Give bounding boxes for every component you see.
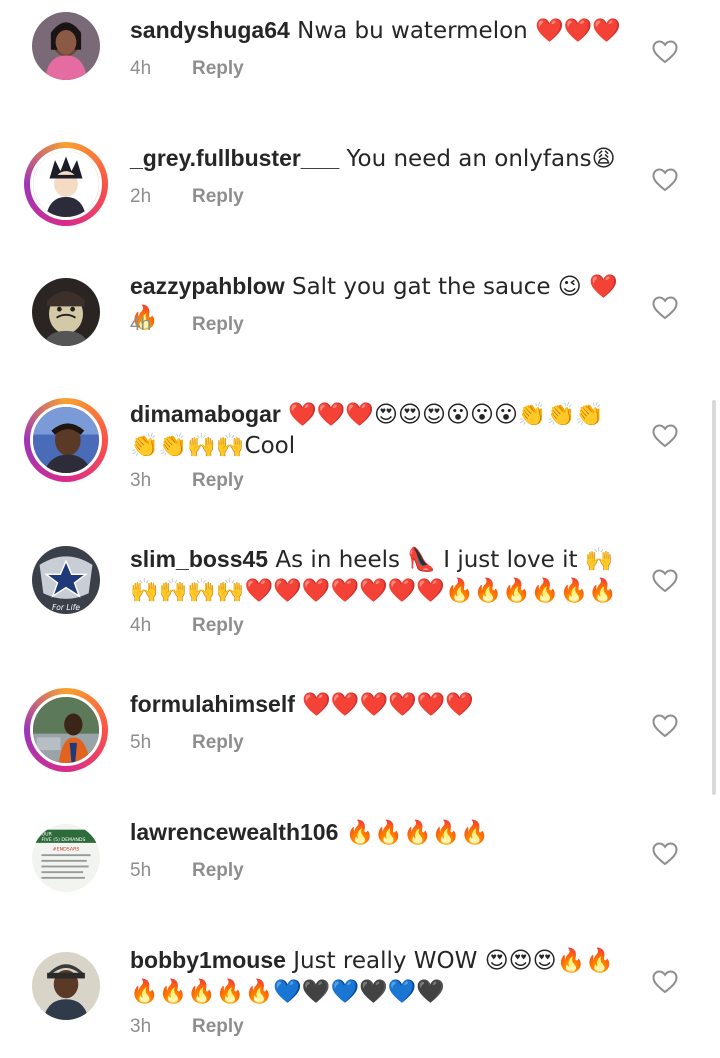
reply-button[interactable]: Reply bbox=[192, 314, 244, 335]
svg-text:OUR: OUR bbox=[41, 831, 52, 837]
avatar[interactable] bbox=[24, 944, 108, 1028]
comment-meta: 3h Reply bbox=[130, 1016, 244, 1038]
avatar[interactable]: For Life bbox=[24, 538, 108, 622]
comment-username[interactable]: formulahimself bbox=[130, 691, 295, 717]
avatar-image bbox=[30, 148, 102, 220]
avatar-image bbox=[30, 694, 102, 766]
comment-username[interactable]: slim_boss45 bbox=[130, 546, 268, 572]
svg-text:FIVE (5) DEMANDS: FIVE (5) DEMANDS bbox=[41, 837, 85, 843]
like-heart-icon[interactable] bbox=[652, 424, 678, 448]
comment-username[interactable]: eazzypahblow bbox=[130, 273, 285, 299]
comment-time: 3h bbox=[130, 1016, 152, 1037]
avatar[interactable] bbox=[24, 270, 108, 354]
svg-text:#ENDSARS: #ENDSARS bbox=[53, 846, 80, 852]
comment-text: slim_boss45 As in heels 👠 I just love it… bbox=[130, 544, 630, 606]
comment-username[interactable]: _grey.fullbuster___ bbox=[130, 145, 339, 171]
avatar-image bbox=[32, 278, 100, 346]
like-heart-icon[interactable] bbox=[652, 40, 678, 64]
comment-body: 🔥🔥🔥🔥🔥 bbox=[338, 820, 489, 846]
avatar-image bbox=[30, 404, 102, 476]
comment-username[interactable]: bobby1mouse bbox=[130, 947, 286, 973]
like-heart-icon[interactable] bbox=[652, 296, 678, 320]
comment-body: ❤️❤️❤️❤️❤️❤️ bbox=[294, 692, 475, 718]
comment-meta: 5h Reply bbox=[130, 732, 244, 754]
avatar[interactable]: OUR FIVE (5) DEMANDS #ENDSARS bbox=[24, 816, 108, 900]
reply-button[interactable]: Reply bbox=[192, 58, 244, 79]
comment-time: 4h bbox=[130, 58, 152, 79]
comment-meta: 3h Reply bbox=[130, 470, 244, 492]
comment-text: _grey.fullbuster___ You need an onlyfans… bbox=[130, 143, 630, 174]
like-heart-icon[interactable] bbox=[652, 714, 678, 738]
avatar[interactable] bbox=[24, 688, 108, 772]
comment-time: 2h bbox=[130, 186, 152, 207]
scrollbar[interactable] bbox=[712, 400, 716, 795]
avatar[interactable] bbox=[24, 142, 108, 226]
comment-text: lawrencewealth106 🔥🔥🔥🔥🔥 bbox=[130, 817, 630, 848]
comment-body: Nwa bu watermelon ❤️❤️❤️ bbox=[289, 18, 621, 44]
comment-time: 4h bbox=[130, 314, 152, 335]
avatar-image: OUR FIVE (5) DEMANDS #ENDSARS bbox=[32, 824, 100, 892]
comment-meta: 2h Reply bbox=[130, 186, 244, 208]
reply-button[interactable]: Reply bbox=[192, 186, 244, 207]
avatar[interactable] bbox=[24, 4, 108, 88]
comment-time: 4h bbox=[130, 615, 152, 636]
svg-text:For Life: For Life bbox=[52, 603, 80, 612]
reply-button[interactable]: Reply bbox=[192, 1016, 244, 1037]
comment-time: 5h bbox=[130, 860, 152, 881]
like-heart-icon[interactable] bbox=[652, 569, 678, 593]
reply-button[interactable]: Reply bbox=[192, 615, 244, 636]
like-heart-icon[interactable] bbox=[652, 842, 678, 866]
comment-text: sandyshuga64 Nwa bu watermelon ❤️❤️❤️ bbox=[130, 15, 630, 46]
comment-text: bobby1mouse Just really WOW 😍😍😍🔥🔥🔥🔥🔥🔥🔥💙🖤… bbox=[130, 945, 630, 1007]
like-heart-icon[interactable] bbox=[652, 970, 678, 994]
comment-meta: 4h Reply bbox=[130, 615, 244, 637]
like-heart-icon[interactable] bbox=[652, 168, 678, 192]
avatar-image bbox=[32, 952, 100, 1020]
comment-username[interactable]: lawrencewealth106 bbox=[130, 819, 338, 845]
comment-text: formulahimself ❤️❤️❤️❤️❤️❤️ bbox=[130, 689, 630, 720]
reply-button[interactable]: Reply bbox=[192, 470, 244, 491]
avatar-image: For Life bbox=[32, 546, 100, 614]
comment-body: You need an onlyfans😩 bbox=[339, 146, 616, 172]
comment-meta: 5h Reply bbox=[130, 860, 244, 882]
comment-username[interactable]: dimamabogar bbox=[130, 401, 281, 427]
comment-meta: 4h Reply bbox=[130, 58, 244, 80]
avatar[interactable] bbox=[24, 398, 108, 482]
comment-text: dimamabogar ❤️❤️❤️😍😍😍😮😮😮👏👏👏👏👏🙌🙌Cool bbox=[130, 399, 630, 461]
comment-time: 5h bbox=[130, 732, 152, 753]
avatar-image bbox=[32, 12, 100, 80]
comment-username[interactable]: sandyshuga64 bbox=[130, 17, 290, 43]
reply-button[interactable]: Reply bbox=[192, 732, 244, 753]
comment-time: 3h bbox=[130, 470, 152, 491]
comment-meta: 4h Reply bbox=[130, 314, 244, 336]
reply-button[interactable]: Reply bbox=[192, 860, 244, 881]
